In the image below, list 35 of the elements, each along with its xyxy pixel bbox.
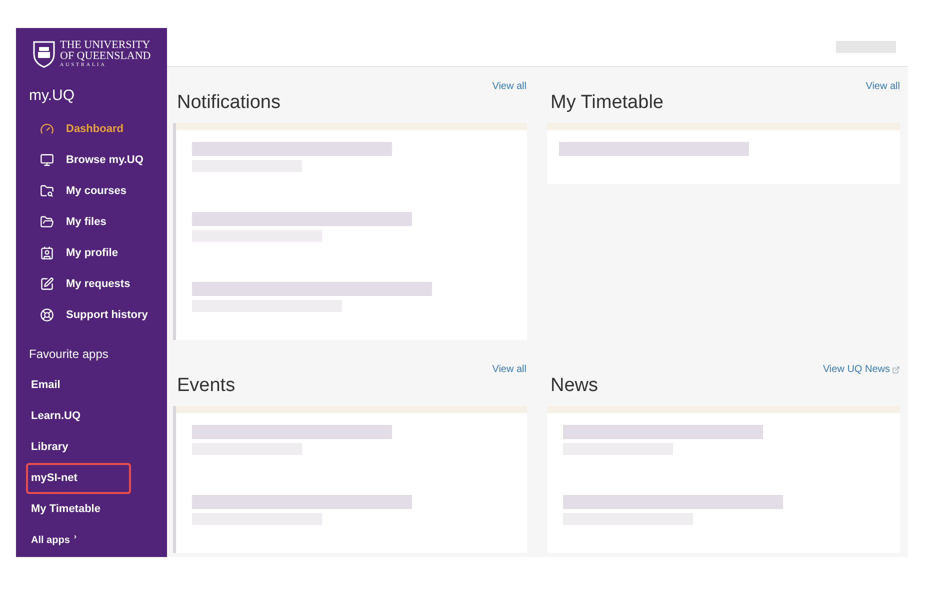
panel-title: My Timetable (550, 93, 664, 112)
crest-icon (32, 40, 56, 68)
view-all-link[interactable]: View all (492, 362, 526, 377)
nav-item[interactable]: My requests (16, 268, 167, 300)
monitor-icon (40, 153, 54, 167)
app-link[interactable]: Email (26, 370, 131, 400)
panel-title: Notifications (176, 93, 280, 112)
nav-item[interactable]: My courses (16, 176, 167, 206)
sidebar-title: my.UQ (28, 86, 76, 106)
view-all-link[interactable]: View UQ News (822, 362, 900, 377)
external-link-icon (892, 366, 900, 374)
brand-name: THE UNIVERSITY (60, 40, 151, 51)
panel-title: Events (176, 376, 236, 395)
app-link[interactable]: Learn.UQ (26, 400, 131, 432)
app-link[interactable]: My Timetable (26, 494, 131, 524)
app-link[interactable]: Library (26, 432, 131, 462)
app-link[interactable]: mySI-net (26, 462, 131, 494)
section-title: Favourite apps (28, 346, 110, 362)
folder-icon (40, 215, 54, 229)
edit-icon (40, 277, 54, 291)
brand-name: OF QUEENSLAND (60, 51, 151, 62)
nav-item[interactable]: Dashboard (16, 114, 167, 144)
view-all-link[interactable]: View all (866, 79, 900, 94)
view-all-link[interactable]: View all (492, 79, 526, 94)
folder-search-icon (40, 184, 54, 198)
nav-item[interactable]: My files (16, 206, 167, 238)
nav-item[interactable]: My profile (16, 238, 167, 268)
gauge-icon (40, 122, 54, 136)
nav-item[interactable]: Browse my.UQ (16, 144, 167, 176)
badge-icon (40, 246, 54, 260)
all-apps-link[interactable]: All apps › (26, 524, 131, 556)
panel-title: News (550, 376, 598, 395)
blurred-text (836, 41, 896, 53)
nav-item[interactable]: Support history (16, 300, 167, 330)
lifebuoy-icon (40, 308, 54, 322)
